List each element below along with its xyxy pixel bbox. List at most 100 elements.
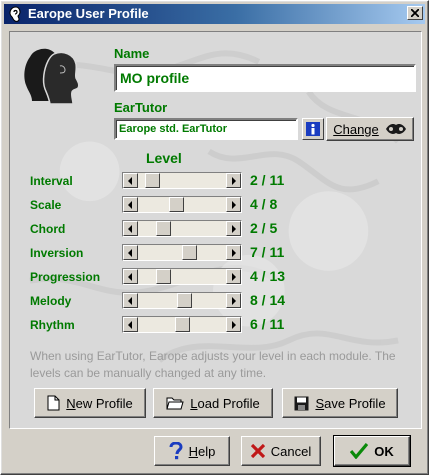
slider-left-arrow[interactable] xyxy=(123,317,138,332)
level-value-interval: 2 / 11 xyxy=(250,172,285,188)
slider-right-arrow[interactable] xyxy=(226,197,241,212)
info-button[interactable] xyxy=(302,118,324,140)
level-label-chord: Chord xyxy=(30,222,66,236)
slider-thumb[interactable] xyxy=(169,197,184,212)
level-label-inversion: Inversion xyxy=(30,246,84,260)
load-profile-accel: L xyxy=(190,395,198,411)
change-icon xyxy=(385,124,406,134)
help-label: Help xyxy=(189,444,216,459)
cancel-label: Cancel xyxy=(270,443,312,459)
level-value-inversion: 7 / 11 xyxy=(250,244,285,260)
eartutor-value: Earope std. EarTutor xyxy=(119,123,227,135)
help-button[interactable]: Help xyxy=(154,436,230,466)
level-value-melody: 8 / 14 xyxy=(250,292,286,308)
new-profile-label: New Profile xyxy=(66,396,132,411)
ok-label: OK xyxy=(374,443,394,459)
new-profile-rest: ew Profile xyxy=(75,395,133,411)
new-document-icon xyxy=(47,395,60,411)
title-bar[interactable]: Earope User Profile xyxy=(4,4,425,24)
new-profile-button[interactable]: New Profile xyxy=(34,388,146,418)
level-slider-interval[interactable] xyxy=(122,172,242,189)
info-icon xyxy=(306,122,320,136)
save-profile-label: Save Profile xyxy=(315,396,385,411)
level-label-interval: Interval xyxy=(30,174,73,188)
name-label: Name xyxy=(114,46,150,61)
arrow-left-icon xyxy=(128,321,132,329)
info-text: When using EarTutor, Earope adjusts your… xyxy=(30,349,396,380)
help-icon xyxy=(169,442,183,460)
slider-right-arrow[interactable] xyxy=(226,293,241,308)
load-profile-button[interactable]: Load Profile xyxy=(153,388,273,418)
arrow-left-icon xyxy=(128,225,132,233)
level-slider-chord[interactable] xyxy=(122,220,242,237)
change-label: Change xyxy=(333,121,379,137)
load-profile-label: Load Profile xyxy=(190,396,259,411)
user-profile-window: Earope User Profile Name MO profile EarT… xyxy=(0,0,429,475)
level-value-rhythm: 6 / 11 xyxy=(250,316,285,332)
arrow-left-icon xyxy=(128,177,132,185)
close-button[interactable] xyxy=(407,6,423,20)
help-rest: elp xyxy=(198,443,216,459)
arrow-right-icon xyxy=(232,249,236,257)
slider-left-arrow[interactable] xyxy=(123,269,138,284)
arrow-left-icon xyxy=(128,201,132,209)
slider-left-arrow[interactable] xyxy=(123,221,138,236)
level-label-scale: Scale xyxy=(30,198,62,212)
slider-left-arrow[interactable] xyxy=(123,245,138,260)
level-value-scale: 4 / 8 xyxy=(250,196,278,212)
slider-right-arrow[interactable] xyxy=(226,245,241,260)
eartutor-label: EarTutor xyxy=(114,100,168,115)
arrow-left-icon xyxy=(128,297,132,305)
slider-left-arrow[interactable] xyxy=(123,173,138,188)
save-profile-accel: S xyxy=(315,395,325,411)
profile-panel: Name MO profile EarTutor Earope std. Ear… xyxy=(9,31,422,429)
ear-icon xyxy=(9,6,21,22)
level-slider-scale[interactable] xyxy=(122,196,242,213)
level-slider-inversion[interactable] xyxy=(122,244,242,261)
slider-right-arrow[interactable] xyxy=(226,269,241,284)
slider-thumb[interactable] xyxy=(156,269,171,284)
slider-thumb[interactable] xyxy=(182,245,197,260)
load-profile-rest: oad Profile xyxy=(197,395,260,411)
slider-right-arrow[interactable] xyxy=(226,317,241,332)
slider-left-arrow[interactable] xyxy=(123,197,138,212)
level-slider-progression[interactable] xyxy=(122,268,242,285)
slider-thumb[interactable] xyxy=(156,221,171,236)
arrow-right-icon xyxy=(232,225,236,233)
change-button[interactable]: Change xyxy=(326,117,414,141)
eartutor-field[interactable]: Earope std. EarTutor xyxy=(114,118,298,140)
slider-right-arrow[interactable] xyxy=(226,221,241,236)
arrow-right-icon xyxy=(232,201,236,209)
window-title: Earope User Profile xyxy=(28,6,149,21)
profile-heads-icon xyxy=(24,48,80,105)
open-folder-icon xyxy=(166,397,184,410)
name-value: MO profile xyxy=(120,70,190,86)
slider-thumb[interactable] xyxy=(145,173,160,188)
arrow-left-icon xyxy=(128,249,132,257)
level-value-chord: 2 / 5 xyxy=(250,220,278,236)
arrow-right-icon xyxy=(232,321,236,329)
help-accel: H xyxy=(188,443,199,459)
arrow-right-icon xyxy=(232,177,236,185)
new-profile-accel: N xyxy=(66,395,76,411)
ok-button[interactable]: OK xyxy=(333,435,411,467)
save-disk-icon xyxy=(294,396,309,410)
name-field[interactable]: MO profile xyxy=(114,64,416,92)
level-label-rhythm: Rhythm xyxy=(30,318,75,332)
ok-check-icon xyxy=(350,443,369,459)
slider-thumb[interactable] xyxy=(175,317,190,332)
arrow-right-icon xyxy=(232,297,236,305)
slider-right-arrow[interactable] xyxy=(226,173,241,188)
cancel-icon xyxy=(250,444,265,458)
level-slider-melody[interactable] xyxy=(122,292,242,309)
level-label-progression: Progression xyxy=(30,270,101,284)
save-profile-button[interactable]: Save Profile xyxy=(282,388,398,418)
close-icon xyxy=(410,8,420,18)
save-profile-rest: ave Profile xyxy=(324,395,386,411)
slider-left-arrow[interactable] xyxy=(123,293,138,308)
level-value-progression: 4 / 13 xyxy=(250,268,286,284)
slider-thumb[interactable] xyxy=(177,293,192,308)
cancel-button[interactable]: Cancel xyxy=(241,436,321,466)
level-slider-rhythm[interactable] xyxy=(122,316,242,333)
level-heading: Level xyxy=(146,150,182,166)
